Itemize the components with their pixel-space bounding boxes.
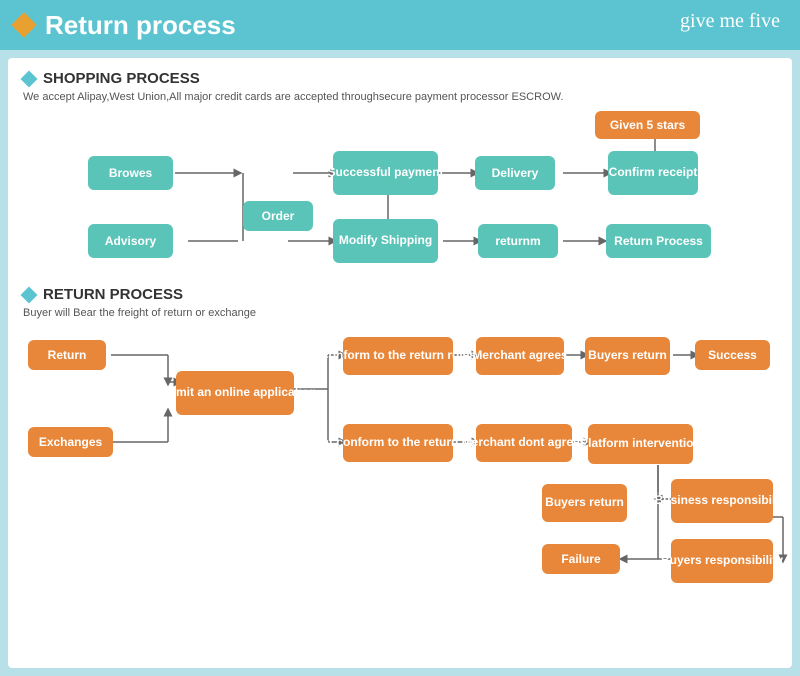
submit-online-box: Submit an online application [176, 371, 294, 415]
failure-box: Failure [542, 544, 620, 574]
page-title: Return process [45, 10, 236, 41]
return-section-title: RETURN PROCESS [23, 286, 777, 303]
given-5-stars-box: Given 5 stars [595, 111, 700, 139]
browes-box: Browes [88, 156, 173, 190]
buyers-return-2-box: Buyers return [542, 484, 627, 522]
dont-conform-rules-box: Dont conform to the return rules [343, 424, 453, 462]
buyers-return-1-box: Buyers return [585, 337, 670, 375]
merchant-agrees-box: Merchant agrees [476, 337, 564, 375]
return-desc: Buyer will Bear the freight of return or… [23, 307, 777, 319]
shopping-flow: Browes Order Advisory Modify Shipping Su… [23, 111, 777, 286]
platform-intervention-box: Platform intervention [588, 424, 693, 464]
header-logo: give me five [680, 10, 780, 33]
successful-payment-box: Successful payment [333, 151, 438, 195]
confirm-receipt-box: Confirm receipt [608, 151, 698, 195]
success-box: Success [695, 340, 770, 370]
header-diamond-icon [11, 12, 36, 37]
advisory-box: Advisory [88, 224, 173, 258]
main-content: SHOPPING PROCESS We accept Alipay,West U… [8, 58, 792, 668]
business-responsibility-box: Business responsibility [671, 479, 773, 523]
merchant-dont-agrees-box: Merchant dont agrees [476, 424, 572, 462]
returnm-box: returnm [478, 224, 558, 258]
exchanges-box: Exchanges [28, 427, 113, 457]
order-box: Order [243, 201, 313, 231]
return-flow: Return Exchanges Submit an online applic… [23, 327, 777, 607]
shopping-desc: We accept Alipay,West Union,All major cr… [23, 91, 777, 103]
buyers-responsibility-box: Buyers responsibility [671, 539, 773, 583]
return-diamond-icon [21, 286, 38, 303]
delivery-box: Delivery [475, 156, 555, 190]
page-header: Return process give me five [0, 0, 800, 50]
conform-rules-box: Conform to the return rules [343, 337, 453, 375]
return-box: Return [28, 340, 106, 370]
modify-shipping-box: Modify Shipping [333, 219, 438, 263]
shopping-diamond-icon [21, 70, 38, 87]
return-process-box: Return Process [606, 224, 711, 258]
shopping-section-title: SHOPPING PROCESS [23, 70, 777, 87]
